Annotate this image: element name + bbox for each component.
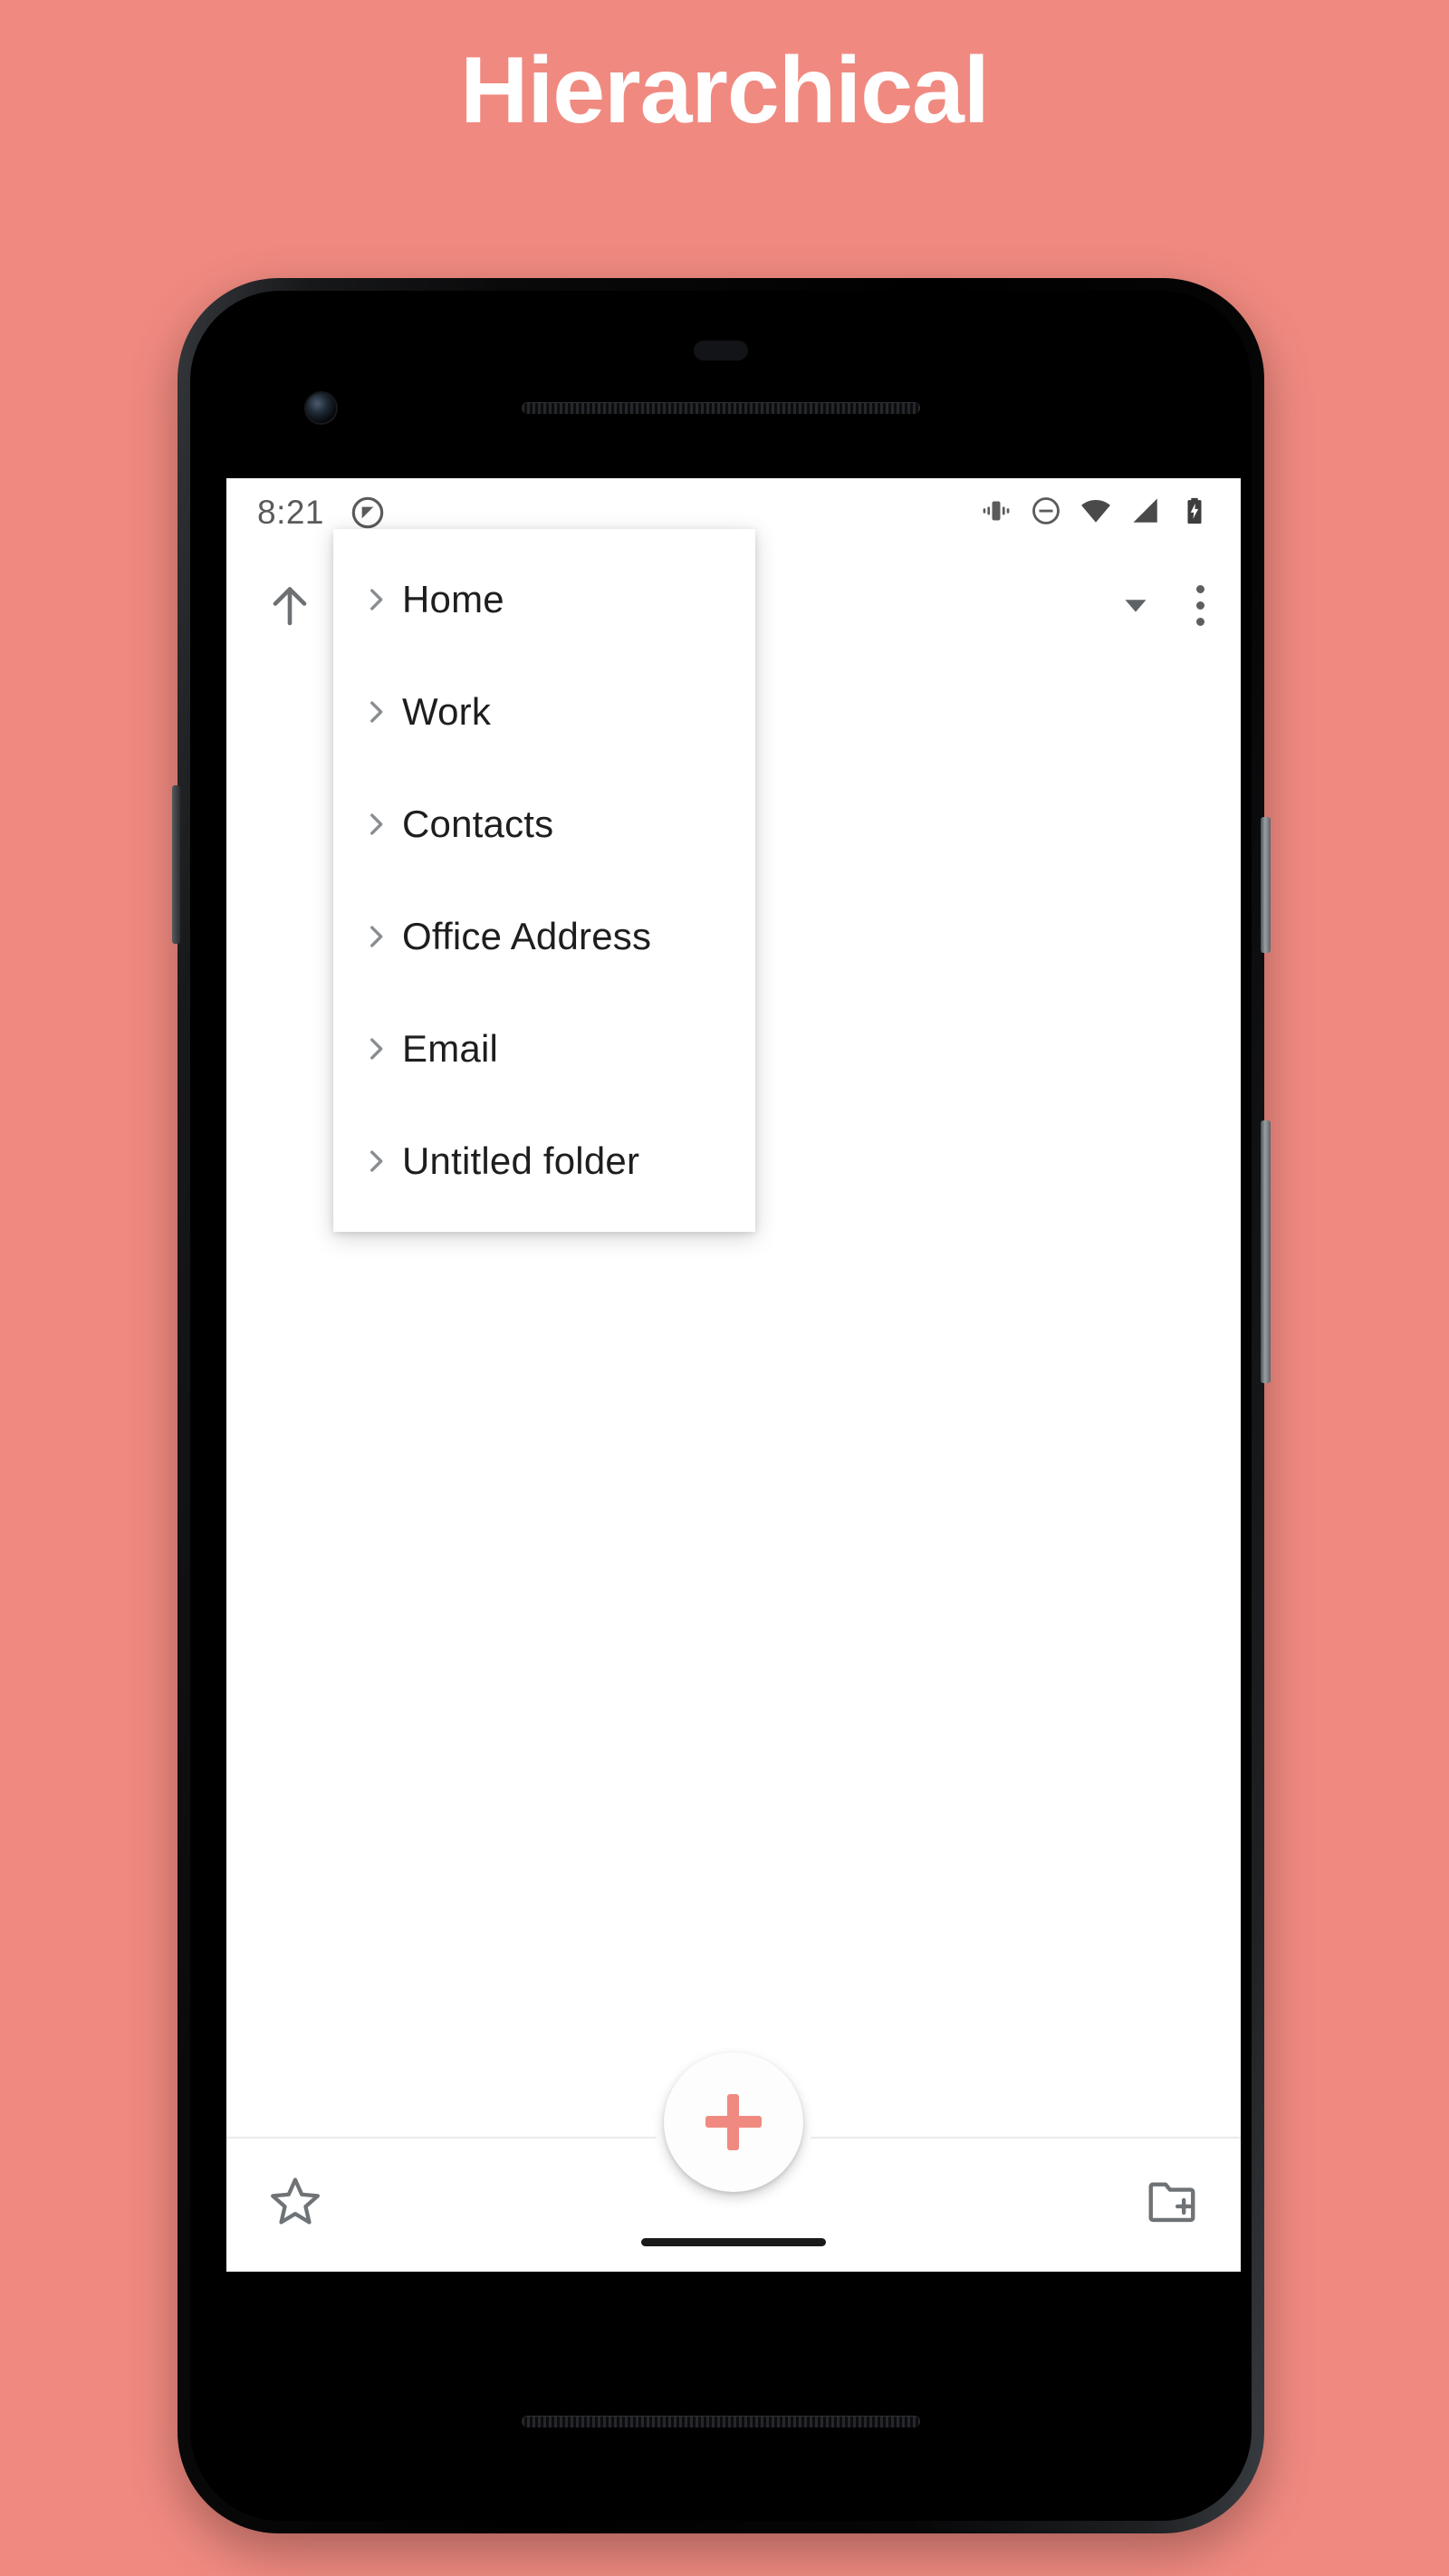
chevron-right-icon — [360, 809, 391, 840]
overflow-dot — [1196, 584, 1204, 593]
status-time: 8:21 — [257, 494, 325, 531]
menu-item-label: Email — [402, 1027, 499, 1070]
top-speaker-icon — [522, 402, 920, 414]
earpiece-icon — [694, 341, 748, 360]
menu-item-label: Work — [402, 690, 492, 733]
wifi-icon — [1080, 495, 1112, 532]
cellular-signal-icon — [1129, 495, 1162, 532]
new-folder-button[interactable] — [1139, 2170, 1204, 2235]
menu-item-untitled-folder[interactable]: Untitled folder — [333, 1105, 755, 1217]
battery-icon — [1179, 495, 1210, 531]
navigate-up-icon[interactable] — [263, 578, 317, 632]
front-camera-icon — [306, 393, 336, 423]
menu-item-label: Contacts — [402, 803, 554, 845]
plus-icon — [705, 2094, 762, 2150]
phone-power-button — [1261, 817, 1271, 953]
chevron-right-icon — [360, 1033, 391, 1064]
folder-add-icon — [1144, 2173, 1200, 2234]
gesture-nav-pill[interactable] — [641, 2238, 826, 2246]
chevron-right-icon — [360, 697, 391, 727]
menu-item-email[interactable]: Email — [333, 993, 755, 1105]
datasaver-icon — [350, 495, 386, 531]
page-title: Hierarchical — [460, 38, 989, 143]
overflow-dot — [1196, 601, 1204, 610]
menu-item-label: Untitled folder — [402, 1139, 640, 1182]
overflow-menu-icon[interactable] — [1196, 584, 1204, 626]
phone-left-button — [172, 785, 180, 944]
phone-volume-button — [1261, 1120, 1271, 1383]
add-fab-button[interactable] — [664, 2052, 803, 2192]
overflow-dot — [1196, 617, 1204, 626]
phone-mockup: 8:21 Home Work Contacts Office Address E… — [172, 278, 1271, 2533]
menu-item-label: Office Address — [402, 915, 652, 957]
chevron-down-icon[interactable] — [1115, 584, 1156, 626]
do-not-disturb-icon — [1030, 495, 1062, 532]
chevron-right-icon — [360, 921, 391, 952]
chevron-right-icon — [360, 584, 391, 615]
menu-item-contacts[interactable]: Contacts — [333, 768, 755, 880]
chevron-right-icon — [360, 1146, 391, 1177]
menu-item-office-address[interactable]: Office Address — [333, 880, 755, 993]
star-outline-icon — [266, 2172, 324, 2235]
vibrate-icon — [980, 495, 1012, 532]
status-right-icons — [980, 495, 1210, 532]
bottom-speaker-icon — [522, 2416, 920, 2427]
phone-glass: 8:21 Home Work Contacts Office Address E… — [190, 291, 1252, 2521]
menu-item-label: Home — [402, 578, 504, 620]
hierarchical-dropdown-menu[interactable]: Home Work Contacts Office Address Email … — [333, 529, 755, 1232]
menu-item-home[interactable]: Home — [333, 543, 755, 656]
favorites-button[interactable] — [263, 2170, 328, 2235]
menu-item-work[interactable]: Work — [333, 656, 755, 768]
phone-screen: 8:21 Home Work Contacts Office Address E… — [226, 478, 1241, 2272]
